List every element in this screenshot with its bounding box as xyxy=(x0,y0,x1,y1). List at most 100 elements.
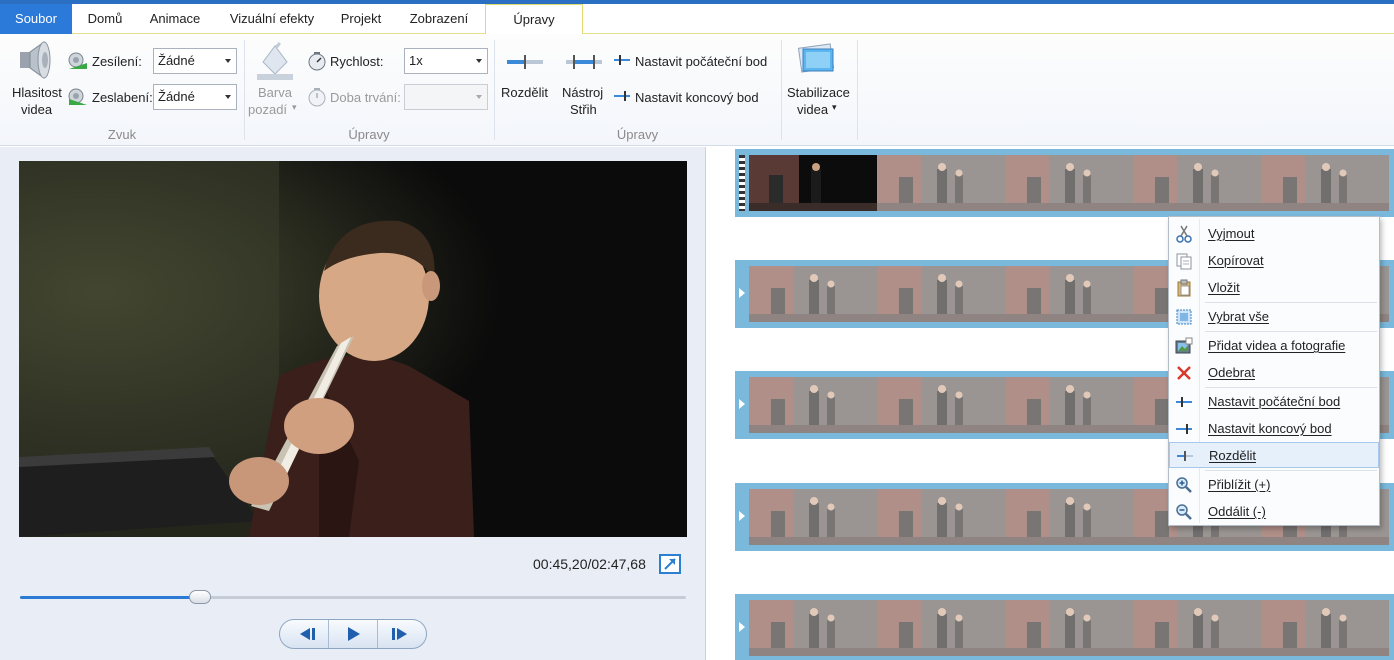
fullscreen-button[interactable] xyxy=(659,554,681,574)
group-label-audio: Zvuk xyxy=(107,127,137,142)
row-marker-icon xyxy=(739,399,745,409)
menu-item-set-start-point[interactable]: Nastavit počáteční bod xyxy=(1169,389,1379,415)
group-label-edit-2: Úpravy xyxy=(616,127,659,142)
background-color-label-2[interactable]: pozadí xyxy=(248,102,287,117)
storyboard-clip-row[interactable] xyxy=(735,594,1394,660)
clip-thumbnail[interactable] xyxy=(1005,489,1133,545)
trim-tool-label-1[interactable]: Nástroj xyxy=(562,85,603,100)
menu-separator xyxy=(1205,470,1377,471)
fade-in-select[interactable]: Žádné xyxy=(153,48,237,74)
paint-bucket-icon xyxy=(255,40,295,82)
menu-item-add-media[interactable]: Přidat videa a fotografie xyxy=(1169,333,1379,359)
video-volume-label-1[interactable]: Hlasitost xyxy=(12,85,62,100)
stabilization-label-1[interactable]: Stabilizace xyxy=(787,85,850,100)
context-menu: Vyjmout Kopírovat Vložit Vybrat vše Přid… xyxy=(1168,216,1380,526)
menu-item-copy[interactable]: Kopírovat xyxy=(1169,248,1379,274)
menu-item-split[interactable]: Rozdělit xyxy=(1169,442,1379,468)
play-button[interactable] xyxy=(329,620,378,648)
clip-thumbnail[interactable] xyxy=(1005,266,1133,322)
chevron-down-icon: ▾ xyxy=(292,102,297,112)
clip-thumbnail[interactable] xyxy=(1261,600,1389,656)
tab-project[interactable]: Projekt xyxy=(332,4,390,34)
set-start-point-button[interactable]: Nastavit počáteční bod xyxy=(635,54,767,69)
clip-thumbnail[interactable] xyxy=(877,600,1005,656)
menu-item-label: Nastavit počáteční bod xyxy=(1208,394,1341,409)
menu-item-label: Přiblížit (+) xyxy=(1208,477,1271,492)
duration-label: Doba trvání: xyxy=(330,90,401,105)
menu-item-label: Vyjmout xyxy=(1208,226,1255,241)
fade-out-select[interactable]: Žádné xyxy=(153,84,237,110)
seek-thumb[interactable] xyxy=(188,590,211,604)
paste-icon xyxy=(1177,279,1191,297)
clip-thumbnail[interactable] xyxy=(1133,155,1261,211)
trim-tool-label-2[interactable]: Střih xyxy=(570,102,597,117)
zoom-out-icon xyxy=(1176,504,1192,520)
split-icon xyxy=(505,52,545,72)
speed-label: Rychlost: xyxy=(330,54,384,69)
duration-select[interactable] xyxy=(404,84,488,110)
menu-item-label: Kopírovat xyxy=(1208,253,1264,268)
storyboard-clip-row[interactable] xyxy=(735,149,1394,217)
clip-thumbnail[interactable] xyxy=(749,266,877,322)
menu-item-label: Rozdělit xyxy=(1209,448,1256,463)
menu-item-select-all[interactable]: Vybrat vše xyxy=(1169,304,1379,330)
chevron-down-icon: ▾ xyxy=(832,102,837,112)
tab-visual-effects[interactable]: Vizuální efekty xyxy=(222,4,322,34)
clip-thumbnail-selected[interactable] xyxy=(749,155,877,211)
menu-item-zoom-in[interactable]: Přiblížit (+) xyxy=(1169,472,1379,498)
set-start-icon xyxy=(1176,397,1192,407)
clip-thumbnail-image xyxy=(749,155,877,211)
clip-sprocket xyxy=(739,155,745,211)
next-frame-button[interactable] xyxy=(378,620,426,648)
speed-value: 1x xyxy=(409,53,423,68)
set-end-point-button[interactable]: Nastavit koncový bod xyxy=(635,90,759,105)
seek-bar-progress xyxy=(20,596,200,599)
menu-item-label: Nastavit koncový bod xyxy=(1208,421,1332,436)
clip-thumbnail[interactable] xyxy=(1261,155,1389,211)
clip-thumbnail[interactable] xyxy=(1005,377,1133,433)
video-preview[interactable] xyxy=(19,161,687,537)
menu-item-set-end-point[interactable]: Nastavit koncový bod xyxy=(1169,416,1379,442)
menu-item-cut[interactable]: Vyjmout xyxy=(1169,221,1379,247)
tab-view[interactable]: Zobrazení xyxy=(400,4,478,34)
clip-thumbnail[interactable] xyxy=(749,489,877,545)
stabilization-label-2[interactable]: videa xyxy=(797,102,828,117)
clip-thumbnail[interactable] xyxy=(1005,600,1133,656)
tab-home[interactable]: Domů xyxy=(76,4,134,34)
speed-select[interactable]: 1x xyxy=(404,48,488,74)
group-separator xyxy=(494,40,495,140)
background-color-label-1[interactable]: Barva xyxy=(258,85,292,100)
clip-thumbnail[interactable] xyxy=(877,377,1005,433)
tab-edit[interactable]: Úpravy xyxy=(485,4,583,35)
clip-thumbnail[interactable] xyxy=(1005,155,1133,211)
fade-out-value: Žádné xyxy=(158,89,195,104)
clip-thumbnail[interactable] xyxy=(877,489,1005,545)
clip-thumbnail[interactable] xyxy=(1133,600,1261,656)
video-volume-label-2[interactable]: videa xyxy=(21,102,52,117)
split-label[interactable]: Rozdělit xyxy=(501,85,548,100)
trim-tool-icon xyxy=(564,52,604,72)
menu-item-label: Vložit xyxy=(1208,280,1240,295)
add-media-icon xyxy=(1175,337,1193,354)
menu-separator xyxy=(1205,331,1377,332)
row-marker-icon xyxy=(739,622,745,632)
clip-thumbnail[interactable] xyxy=(877,155,1005,211)
menu-item-label: Odebrat xyxy=(1208,365,1255,380)
menu-item-paste[interactable]: Vložit xyxy=(1169,275,1379,301)
clip-thumbnail[interactable] xyxy=(749,377,877,433)
previous-frame-button[interactable] xyxy=(280,620,329,648)
menu-separator xyxy=(1205,302,1377,303)
chevron-down-icon xyxy=(476,95,482,99)
clip-thumbnail[interactable] xyxy=(877,266,1005,322)
menu-item-remove[interactable]: Odebrat xyxy=(1169,360,1379,386)
tab-file[interactable]: Soubor xyxy=(0,4,72,34)
set-end-icon xyxy=(1176,424,1192,434)
fade-out-icon xyxy=(67,87,89,107)
ribbon-tab-bar: Soubor Domů Animace Vizuální efekty Proj… xyxy=(0,0,1394,35)
playback-timecode: 00:45,20/02:47,68 xyxy=(533,556,646,572)
playback-controls xyxy=(279,619,427,649)
seek-bar[interactable] xyxy=(20,596,686,599)
clip-thumbnail[interactable] xyxy=(749,600,877,656)
menu-item-zoom-out[interactable]: Oddálit (-) xyxy=(1169,499,1379,525)
tab-animations[interactable]: Animace xyxy=(140,4,210,34)
